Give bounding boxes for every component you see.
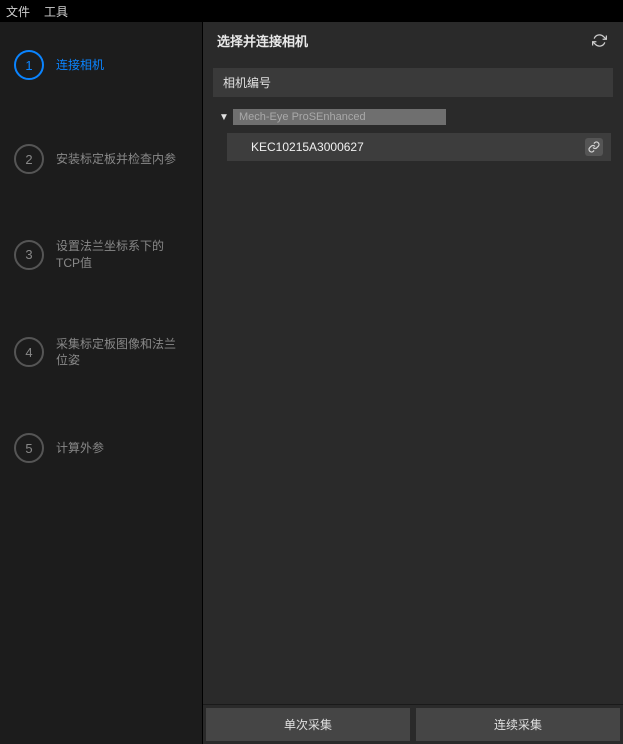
single-capture-button[interactable]: 单次采集 <box>206 708 410 741</box>
step-label: 安装标定板并检查内参 <box>56 151 176 168</box>
main: 1 连接相机 2 安装标定板并检查内参 3 设置法兰坐标系下的TCP值 4 采集… <box>0 22 623 744</box>
camera-id-header: 相机编号 <box>213 68 613 97</box>
step-3-set-tcp[interactable]: 3 设置法兰坐标系下的TCP值 <box>0 230 202 280</box>
step-number: 1 <box>14 50 44 80</box>
sidebar: 1 连接相机 2 安装标定板并检查内参 3 设置法兰坐标系下的TCP值 4 采集… <box>0 22 202 744</box>
content-panel: 选择并连接相机 相机编号 ▼ Mech-Eye ProSEnhanced KEC… <box>202 22 623 744</box>
footer: 单次采集 连续采集 <box>203 704 623 744</box>
step-5-compute[interactable]: 5 计算外参 <box>0 425 202 471</box>
content-body: 相机编号 ▼ Mech-Eye ProSEnhanced KEC10215A30… <box>203 58 623 704</box>
step-label: 连接相机 <box>56 57 104 74</box>
content-header: 选择并连接相机 <box>203 22 623 58</box>
menu-file[interactable]: 文件 <box>6 3 30 20</box>
camera-id-value: KEC10215A3000627 <box>251 140 364 154</box>
step-label: 采集标定板图像和法兰位姿 <box>56 336 186 370</box>
step-number: 2 <box>14 144 44 174</box>
step-2-install-board[interactable]: 2 安装标定板并检查内参 <box>0 136 202 182</box>
step-4-capture[interactable]: 4 采集标定板图像和法兰位姿 <box>0 328 202 378</box>
step-label: 计算外参 <box>56 440 104 457</box>
continuous-capture-button[interactable]: 连续采集 <box>416 708 620 741</box>
camera-group-label: Mech-Eye ProSEnhanced <box>233 109 446 125</box>
step-number: 5 <box>14 433 44 463</box>
menu-tools[interactable]: 工具 <box>44 3 68 20</box>
camera-group[interactable]: ▼ Mech-Eye ProSEnhanced <box>213 105 613 129</box>
chevron-down-icon: ▼ <box>219 112 229 123</box>
camera-item[interactable]: KEC10215A3000627 <box>227 133 611 161</box>
step-number: 4 <box>14 337 44 367</box>
content-title: 选择并连接相机 <box>217 31 308 50</box>
refresh-button[interactable] <box>589 30 609 50</box>
step-1-connect-camera[interactable]: 1 连接相机 <box>0 42 202 88</box>
camera-tree: ▼ Mech-Eye ProSEnhanced KEC10215A3000627 <box>213 97 613 704</box>
step-number: 3 <box>14 240 44 270</box>
link-icon <box>588 141 600 153</box>
connect-camera-button[interactable] <box>585 138 603 156</box>
step-label: 设置法兰坐标系下的TCP值 <box>56 238 186 272</box>
menubar: 文件 工具 <box>0 0 623 22</box>
refresh-icon <box>592 33 607 48</box>
